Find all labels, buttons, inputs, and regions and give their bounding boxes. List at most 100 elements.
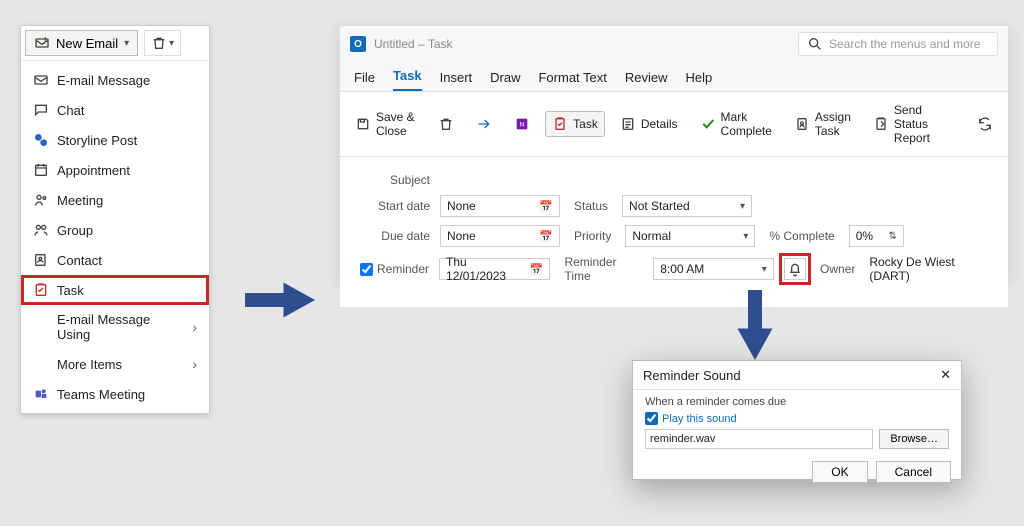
owner-label: Owner [816,262,859,276]
mark-complete-label: Mark Complete [721,110,772,138]
envelope-icon [33,72,49,88]
details-label: Details [641,117,678,131]
ok-button[interactable]: OK [812,461,867,483]
dialog-titlebar: Reminder Sound ✕ [633,361,961,390]
reminder-sound-button[interactable] [784,258,806,280]
play-sound-label: Play this sound [662,413,737,425]
start-status-row: Start date None Status Not Started ▾ [360,195,988,217]
tab-insert[interactable]: Insert [440,70,473,91]
priority-dropdown[interactable]: Normal ▾ [625,225,755,247]
reminder-time-value: 8:00 AM [660,262,704,276]
tab-review[interactable]: Review [625,70,668,91]
start-date-field[interactable]: None [440,195,560,217]
status-dropdown[interactable]: Not Started ▾ [622,195,752,217]
task-form: Subject Start date None Status Not Start… [340,157,1008,307]
menu-item-meeting[interactable]: Meeting [21,185,209,215]
new-item-menu: New Email ▾ ▾ E-mail Message Chat Storyl… [20,25,210,414]
chevron-right-icon: › [192,356,197,372]
status-value: Not Started [629,199,690,213]
menu-item-label: More Items [57,357,122,372]
reminder-row: Reminder Thu 12/01/2023 Reminder Time 8:… [360,255,988,283]
chevron-right-icon: › [192,319,197,335]
annotation-arrow-down [730,290,780,360]
menu-item-email-message[interactable]: E-mail Message [21,65,209,95]
sync-button[interactable] [970,111,1000,137]
cancel-button[interactable]: Cancel [876,461,951,483]
priority-value: Normal [632,229,671,243]
assign-icon [794,116,810,132]
trash-icon [151,35,167,51]
menu-item-appointment[interactable]: Appointment [21,155,209,185]
delete-button[interactable]: ▾ [144,30,181,56]
close-icon[interactable]: ✕ [940,367,951,383]
task-group-button[interactable]: Task [545,111,605,137]
title-bar: O Untitled – Task Search the menus and m… [340,26,1008,62]
calendar-icon [530,262,544,276]
reminder-sound-dialog: Reminder Sound ✕ When a reminder comes d… [632,360,962,480]
menu-item-label: E-mail Message Using [57,312,184,342]
menu-item-chat[interactable]: Chat [21,95,209,125]
contact-icon [33,252,49,268]
storyline-icon [33,132,49,148]
calendar-icon [539,199,553,213]
details-button[interactable]: Details [613,111,685,137]
outlook-app-icon: O [350,36,366,52]
new-email-icon [34,35,50,51]
start-date-label: Start date [360,199,430,213]
dialog-buttons: OK Cancel [633,455,961,489]
onenote-button[interactable]: N [507,111,537,137]
reminder-time-dropdown[interactable]: 8:00 AM ▾ [653,258,774,280]
meeting-icon [33,192,49,208]
delete-button[interactable] [431,111,461,137]
pct-complete-stepper[interactable]: 0% ⇅ [849,225,904,247]
sound-file-input[interactable]: reminder.wav [645,429,873,449]
window-title: Untitled – Task [374,37,453,51]
send-status-icon [873,116,889,132]
assign-task-button[interactable]: Assign Task [787,105,858,143]
reminder-date-field[interactable]: Thu 12/01/2023 [439,258,550,280]
subject-row: Subject [360,173,988,187]
menu-item-group[interactable]: Group [21,215,209,245]
reminder-checkbox-label[interactable]: Reminder [360,262,429,276]
calendar-icon [539,229,553,243]
forward-button[interactable] [469,111,499,137]
chevron-down-icon: ▾ [124,38,129,49]
dialog-title: Reminder Sound [643,368,741,383]
send-status-button[interactable]: Send Status Report [866,98,962,150]
assign-task-label: Assign Task [815,110,851,138]
search-box[interactable]: Search the menus and more [798,32,998,56]
new-email-button[interactable]: New Email ▾ [25,30,138,56]
reminder-checkbox[interactable] [360,263,373,276]
pct-complete-label: % Complete [765,229,838,243]
menu-item-label: Storyline Post [57,133,137,148]
tab-draw[interactable]: Draw [490,70,520,91]
sound-file-value: reminder.wav [650,433,715,445]
chevron-down-icon: ▾ [740,201,745,212]
task-window: O Untitled – Task Search the menus and m… [339,25,1009,280]
sound-file-row: reminder.wav Browse… [645,429,949,449]
bell-icon [787,261,803,277]
menu-item-more-items[interactable]: More Items › [21,349,209,379]
menu-item-storyline[interactable]: Storyline Post [21,125,209,155]
menu-item-contact[interactable]: Contact [21,245,209,275]
dialog-section-label: When a reminder comes due [645,396,949,408]
menu-item-label: Appointment [57,163,130,178]
menu-item-task[interactable]: Task [21,275,209,305]
tab-file[interactable]: File [354,70,375,91]
reminder-date-value: Thu 12/01/2023 [446,255,530,283]
search-placeholder: Search the menus and more [829,37,980,51]
tab-format-text[interactable]: Format Text [538,70,606,91]
tab-help[interactable]: Help [686,70,713,91]
play-sound-checkbox-label[interactable]: Play this sound [645,412,949,425]
mark-complete-button[interactable]: Mark Complete [693,105,779,143]
stepper-icon: ⇅ [888,231,896,242]
play-sound-checkbox[interactable] [645,412,658,425]
save-close-button[interactable]: Save & Close [348,105,423,143]
due-date-field[interactable]: None [440,225,560,247]
annotation-arrow-right [245,275,315,325]
menu-item-email-using[interactable]: E-mail Message Using › [21,305,209,349]
menu-item-label: Meeting [57,193,103,208]
browse-button[interactable]: Browse… [879,429,949,449]
menu-item-teams-meeting[interactable]: Teams Meeting [21,379,209,409]
tab-task[interactable]: Task [393,68,422,91]
